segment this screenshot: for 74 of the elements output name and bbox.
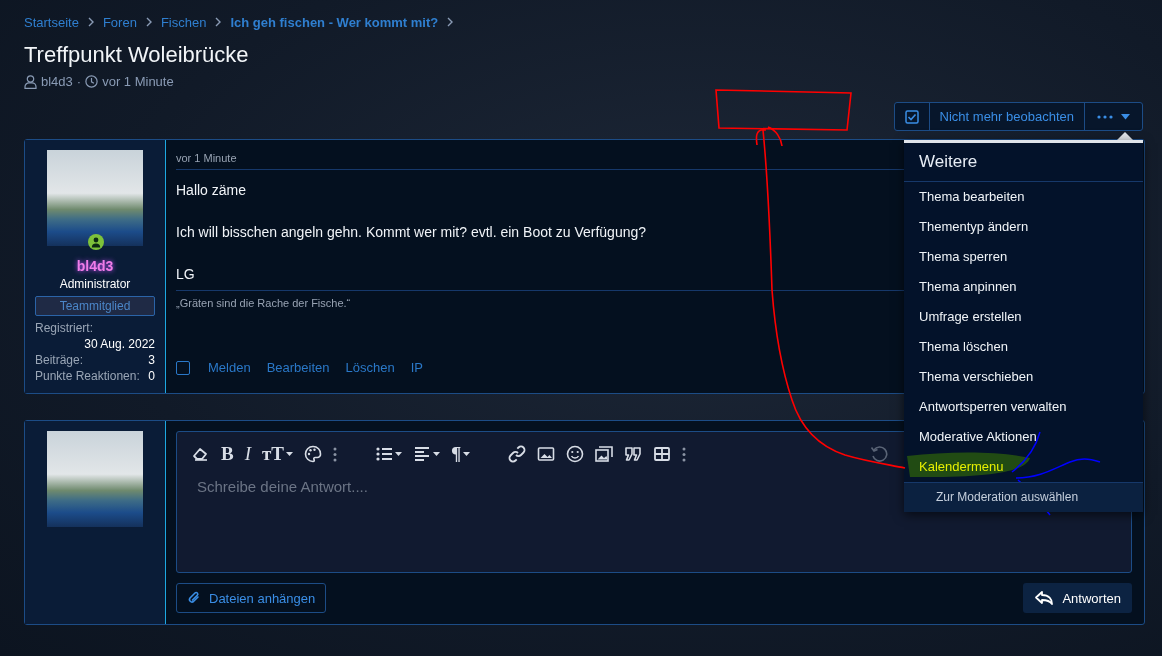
checkbox-icon bbox=[904, 109, 919, 124]
quote-icon bbox=[624, 445, 643, 463]
chevron-icon bbox=[214, 17, 223, 27]
menu-item[interactable]: Thema sperren bbox=[904, 242, 1143, 272]
bold-button[interactable]: B bbox=[218, 442, 237, 466]
action-link[interactable]: Bearbeiten bbox=[266, 360, 330, 375]
more-vertical-icon bbox=[333, 446, 338, 462]
menu-item[interactable]: Thema verschieben bbox=[904, 362, 1143, 392]
menu-item[interactable]: Thema anpinnen bbox=[904, 272, 1143, 302]
caret-icon bbox=[395, 452, 403, 456]
caret-icon bbox=[433, 452, 441, 456]
post-text: Ich will bisschen angeln gehn. Kommt wer mit? evtl. ein Boot zu Verfügung? bbox=[176, 223, 647, 242]
post-time[interactable]: vor 1 Minute bbox=[176, 152, 237, 164]
image-icon bbox=[537, 445, 556, 463]
chevron-icon bbox=[86, 17, 95, 27]
reply-arrow-icon bbox=[1034, 590, 1055, 606]
signature-text: „Gräten sind die Rache der Fische.“ bbox=[176, 297, 352, 309]
eraser-icon bbox=[192, 445, 210, 463]
menu-item[interactable]: Thema bearbeiten bbox=[904, 182, 1143, 212]
reply-button[interactable]: Antworten bbox=[1023, 583, 1132, 613]
stat-value: 30 Aug. 2022 bbox=[83, 336, 155, 352]
menu-item[interactable]: Thema löschen bbox=[904, 332, 1143, 362]
select-checkbox[interactable] bbox=[176, 360, 190, 375]
caret-icon bbox=[1121, 113, 1130, 120]
more-dots-icon bbox=[1097, 114, 1113, 119]
smiley-icon bbox=[566, 445, 585, 463]
clock-icon bbox=[85, 75, 99, 88]
stat-label: Beiträge: bbox=[35, 352, 84, 368]
action-link[interactable]: IP bbox=[410, 360, 423, 375]
unwatch-button[interactable]: Nicht mehr beobachten bbox=[929, 103, 1085, 130]
table-icon bbox=[653, 445, 672, 463]
menu-title: Weitere bbox=[904, 143, 1143, 182]
caret-icon bbox=[286, 452, 294, 456]
stat-label: Punkte Reaktionen: bbox=[35, 368, 140, 384]
stat-label: Registriert: bbox=[35, 320, 94, 336]
italic-button[interactable]: I bbox=[241, 442, 254, 466]
thread-title: Treffpunkt Woleibrücke bbox=[24, 42, 250, 68]
user-banner: Teammitglied bbox=[35, 296, 155, 316]
breadcrumb-link[interactable]: Foren bbox=[102, 14, 137, 30]
align-left-icon bbox=[413, 445, 432, 463]
bullet-list-icon bbox=[375, 445, 394, 463]
action-link[interactable]: Löschen bbox=[345, 360, 395, 375]
breadcrumb-link[interactable]: Fischen bbox=[160, 14, 207, 30]
stat-value: 0 bbox=[148, 368, 155, 384]
breadcrumb-link[interactable]: Ich geh fischen - Wer kommt mit? bbox=[230, 14, 439, 30]
menu-item[interactable]: Antwortsperren verwalten bbox=[904, 392, 1143, 422]
undo-icon bbox=[870, 445, 888, 463]
action-link[interactable]: Melden bbox=[208, 360, 251, 375]
media-gallery-icon bbox=[595, 445, 614, 463]
user-icon bbox=[24, 74, 37, 89]
caret-icon bbox=[463, 452, 471, 456]
menu-footer-item[interactable]: Zur Moderation auswählen bbox=[904, 482, 1143, 512]
avatar-photo[interactable] bbox=[47, 150, 143, 246]
post-text: LG bbox=[176, 265, 195, 284]
more-vertical-icon bbox=[682, 446, 687, 462]
author-link[interactable]: bl4d3 bbox=[41, 74, 73, 89]
stat-value: 3 bbox=[148, 352, 155, 368]
username-link[interactable]: bl4d3 bbox=[25, 258, 165, 274]
breadcrumb-link[interactable]: Startseite bbox=[24, 14, 79, 30]
menu-item[interactable]: Umfrage erstellen bbox=[904, 302, 1143, 332]
chevron-icon bbox=[446, 17, 455, 27]
thread-time[interactable]: vor 1 Minute bbox=[102, 74, 174, 89]
menu-item[interactable]: Thementyp ändern bbox=[904, 212, 1143, 242]
attach-files-button[interactable]: Dateien anhängen bbox=[176, 583, 327, 613]
font-size-button[interactable]: тT bbox=[259, 442, 297, 466]
palette-icon bbox=[304, 445, 323, 463]
separator-dot: · bbox=[76, 74, 82, 89]
avatar-photo[interactable] bbox=[47, 431, 143, 527]
post-text: Hallo zäme bbox=[176, 181, 247, 200]
link-icon bbox=[508, 445, 527, 463]
paragraph-button[interactable]: ¶ bbox=[448, 442, 474, 466]
user-title: Administrator bbox=[58, 277, 132, 291]
paperclip-icon bbox=[187, 590, 201, 606]
chevron-icon bbox=[144, 17, 153, 27]
